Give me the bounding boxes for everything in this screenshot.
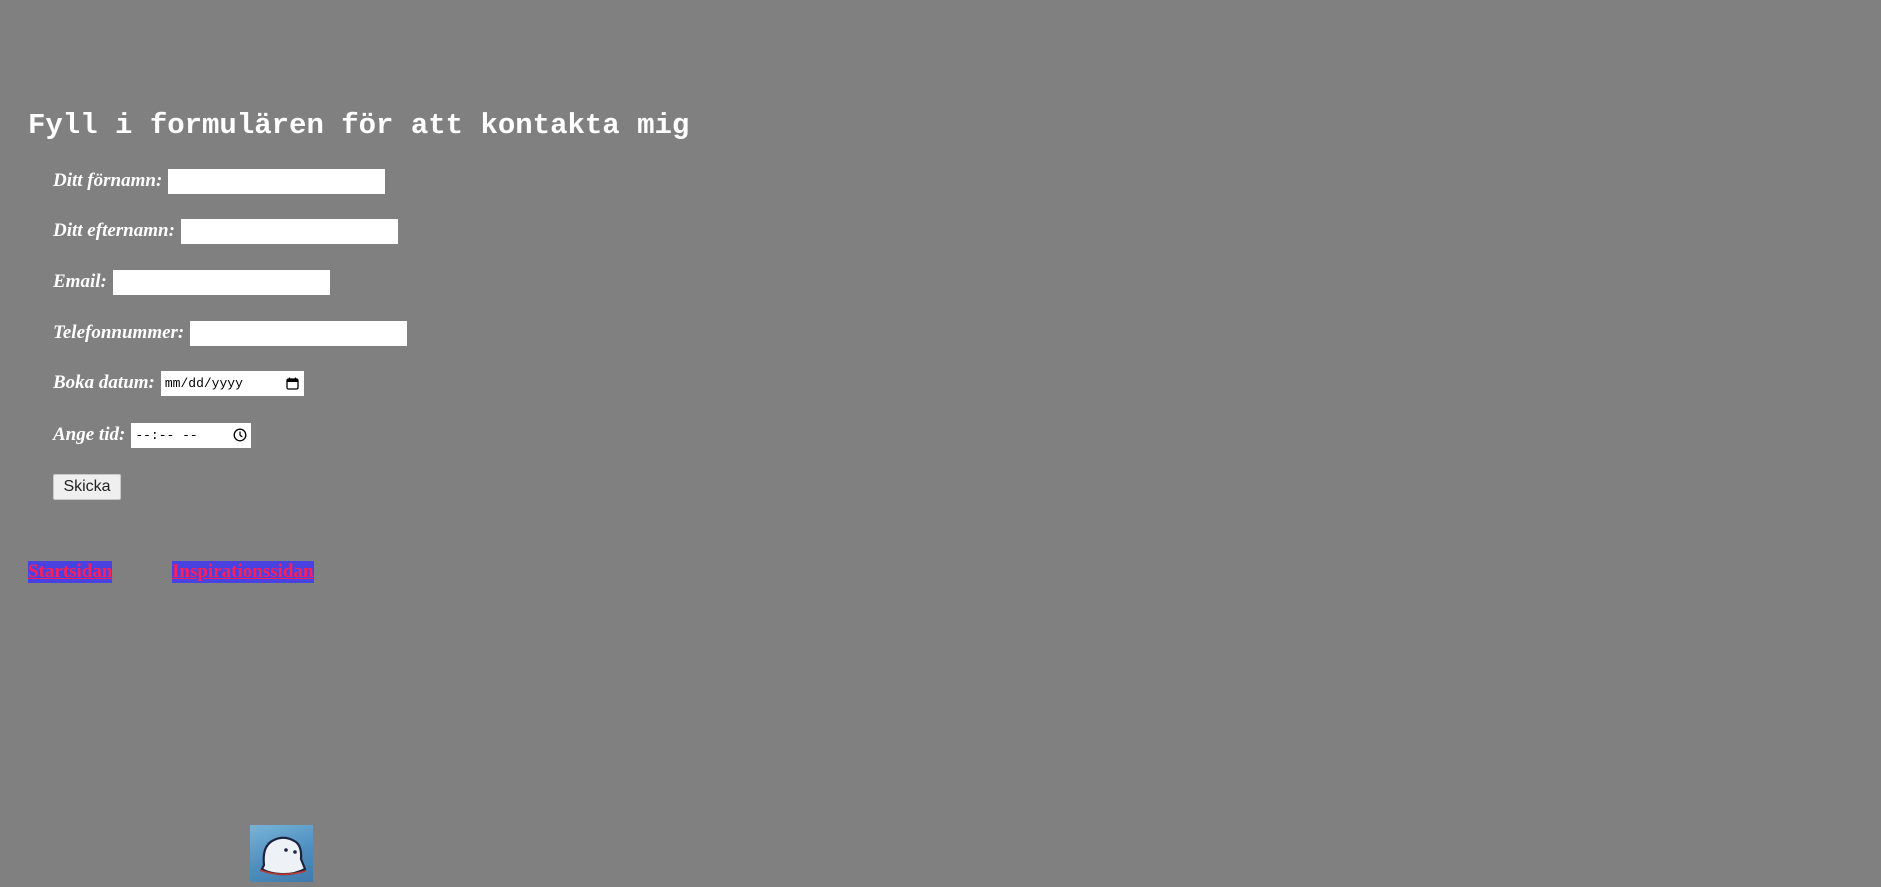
email-input[interactable] bbox=[112, 269, 330, 295]
time-row: Ange tid: --:-- -- bbox=[53, 422, 252, 448]
date-input-value: mm/dd/yyyy bbox=[164, 375, 243, 391]
email-label: Email: bbox=[53, 271, 107, 292]
time-input[interactable]: --:-- -- bbox=[131, 422, 252, 448]
last-name-input[interactable] bbox=[180, 218, 398, 244]
phone-label: Telefonnummer: bbox=[53, 322, 185, 343]
first-name-label: Ditt förnamn: bbox=[53, 170, 163, 191]
submit-button[interactable]: Skicka bbox=[53, 474, 121, 500]
calendar-icon[interactable] bbox=[285, 376, 300, 391]
last-name-label: Ditt efternamn: bbox=[53, 220, 175, 241]
clock-icon[interactable] bbox=[232, 428, 247, 443]
nav-link-startsidan[interactable]: Startsidan bbox=[28, 561, 113, 583]
cartoon-ghost-icon bbox=[250, 825, 313, 882]
date-input[interactable]: mm/dd/yyyy bbox=[160, 370, 304, 396]
date-row: Boka datum: mm/dd/yyyy bbox=[53, 370, 304, 396]
first-name-row: Ditt förnamn: bbox=[53, 168, 386, 194]
phone-input[interactable] bbox=[190, 320, 408, 346]
page-title: Fyll i formulären för att kontakta mig bbox=[28, 109, 690, 142]
time-label: Ange tid: bbox=[53, 424, 126, 445]
last-name-row: Ditt efternamn: bbox=[53, 218, 398, 244]
date-label: Boka datum: bbox=[53, 372, 155, 393]
nav-link-inspirationssidan[interactable]: Inspirationssidan bbox=[172, 561, 314, 583]
time-input-value: --:-- -- bbox=[135, 427, 198, 443]
phone-row: Telefonnummer: bbox=[53, 320, 408, 346]
email-row: Email: bbox=[53, 269, 330, 295]
first-name-input[interactable] bbox=[168, 168, 386, 194]
